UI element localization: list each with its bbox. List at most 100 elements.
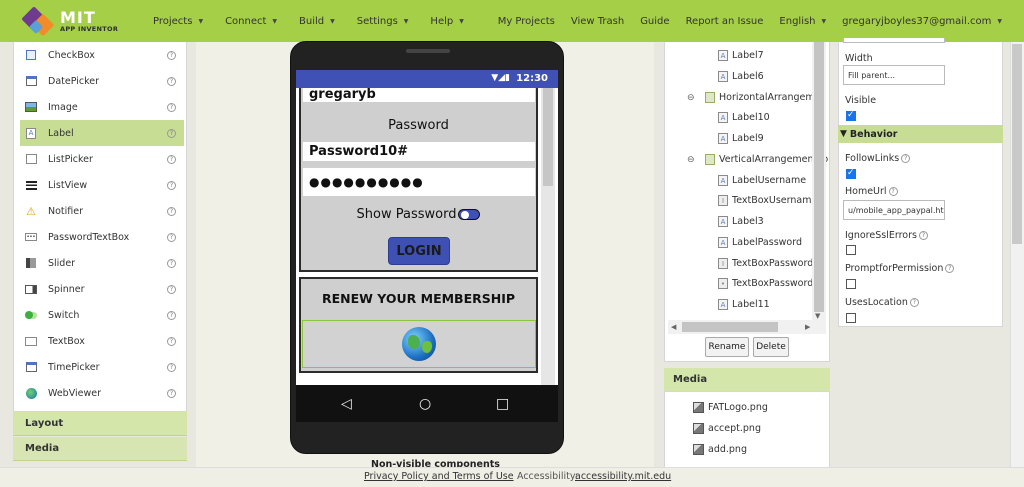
palette-item-textbox[interactable]: TextBox ? — [20, 328, 184, 354]
palette-item-listview[interactable]: ListView ? — [20, 172, 184, 198]
help-icon[interactable]: ? — [167, 180, 176, 190]
tree-item[interactable]: A Label9 — [718, 133, 764, 144]
tree-item[interactable]: A Label7 — [718, 50, 764, 61]
link-view-trash[interactable]: View Trash — [563, 16, 632, 27]
help-icon[interactable]: ? — [901, 154, 911, 163]
help-icon[interactable]: ? — [167, 362, 176, 372]
tree-item[interactable]: • TextBoxPassword1 — [718, 278, 819, 289]
palette-item-webviewer[interactable]: WebViewer ? — [20, 380, 184, 406]
web-viewer-component[interactable] — [302, 320, 536, 368]
caret-down-icon: ▼ — [821, 17, 827, 25]
follow-links-checkbox[interactable] — [846, 168, 856, 179]
privacy-policy-link[interactable]: Privacy Policy and Terms of Use — [364, 471, 514, 482]
palette-category-media[interactable]: Media — [13, 437, 187, 461]
delete-button[interactable]: Delete — [753, 337, 789, 357]
components-tree: A Label7 A Label6 ⊖ HorizontalArrangemen AL… — [664, 42, 830, 362]
password-plain-textbox[interactable]: Password10# — [303, 142, 535, 161]
username-textbox[interactable]: gregaryb — [303, 88, 535, 102]
link-report-issue[interactable]: Report an Issue — [678, 16, 772, 27]
tree-item[interactable]: A Label3 — [718, 216, 764, 227]
password-textbox[interactable]: ●●●●●●●●●● — [303, 168, 535, 196]
palette-item-spinner[interactable]: Spinner ? — [20, 276, 184, 302]
help-icon[interactable]: ? — [167, 154, 176, 164]
tree-item[interactable]: I TextBoxUsername — [718, 195, 817, 206]
menu-build[interactable]: Build ▼ — [288, 16, 346, 27]
help-icon[interactable]: ? — [945, 264, 955, 273]
palette-item-slider[interactable]: Slider ? — [20, 250, 184, 276]
home-url-input[interactable]: u/mobile_app_paypal.html — [843, 200, 945, 220]
help-icon[interactable]: ? — [167, 336, 176, 346]
palette-item-timepicker[interactable]: TimePicker ? — [20, 354, 184, 380]
switch-icon — [24, 309, 38, 321]
accessibility-link[interactable]: accessibility.mit.edu — [575, 471, 671, 482]
collapse-icon[interactable]: ⊖ — [687, 155, 697, 165]
prompt-permission-checkbox[interactable] — [846, 279, 856, 289]
help-icon[interactable]: ? — [167, 76, 176, 86]
media-file[interactable]: accept.png — [693, 423, 761, 434]
tree-item[interactable]: A Label11 — [718, 299, 770, 310]
tree-horizontal-scroll-thumb[interactable] — [682, 322, 778, 332]
logo-cube-icon — [21, 6, 56, 37]
help-icon[interactable]: ? — [167, 310, 176, 320]
palette-item-label[interactable]: A Label ? — [20, 120, 184, 146]
switch-toggle-icon[interactable] — [458, 209, 481, 220]
palette-item-notifier[interactable]: ⚠ Notifier ? — [20, 198, 184, 224]
tree-item[interactable]: ⊖ HorizontalArrangemen — [687, 92, 827, 103]
help-icon[interactable]: ? — [167, 102, 176, 112]
login-button[interactable]: LOGIN — [388, 237, 450, 265]
list-picker-icon — [24, 153, 38, 165]
help-icon[interactable]: ? — [167, 50, 176, 60]
help-icon[interactable]: ? — [167, 128, 176, 138]
tree-item[interactable]: ⊖ VerticalArrangementLo — [687, 154, 828, 165]
app-inventor-logo[interactable]: MIT APP INVENTOR — [21, 6, 132, 37]
scroll-left-icon[interactable]: ◀ — [671, 323, 676, 331]
behavior-section-header[interactable]: ▼ Behavior — [838, 125, 1003, 143]
palette-item-image[interactable]: Image ? — [20, 94, 184, 120]
tree-item[interactable]: A LabelUsername — [718, 175, 806, 186]
help-icon[interactable]: ? — [888, 187, 898, 196]
menu-connect[interactable]: Connect ▼ — [214, 16, 288, 27]
ignore-ssl-checkbox[interactable] — [846, 245, 856, 255]
property-input-top[interactable] — [843, 38, 945, 43]
language-menu[interactable]: English ▼ — [771, 16, 834, 27]
palette-item-checkbox[interactable]: CheckBox ? — [20, 42, 184, 68]
palette-category-layout[interactable]: Layout — [13, 412, 187, 436]
page-scroll-thumb[interactable] — [1012, 44, 1022, 244]
menu-projects[interactable]: Projects ▼ — [142, 16, 214, 27]
textbox-icon: I — [718, 258, 728, 269]
help-icon[interactable]: ? — [167, 258, 176, 268]
phone-status-bar: ▼◢▮ 12:30 — [296, 70, 558, 88]
tree-item[interactable]: I TextBoxPassword — [718, 258, 813, 269]
uses-location-checkbox[interactable] — [846, 313, 856, 323]
palette-item-passwordtextbox[interactable]: ••• PasswordTextBox ? — [20, 224, 184, 250]
link-guide[interactable]: Guide — [632, 16, 677, 27]
textbox-icon — [24, 335, 38, 347]
visible-checkbox[interactable] — [846, 110, 856, 121]
tree-item[interactable]: A LabelPassword — [718, 237, 802, 248]
tree-item[interactable]: A Label6 — [718, 71, 764, 82]
menu-help[interactable]: Help ▼ — [419, 16, 474, 27]
link-my-projects[interactable]: My Projects — [490, 16, 563, 27]
tree-vertical-scroll-thumb[interactable] — [814, 42, 824, 312]
width-input[interactable]: Fill parent... — [843, 65, 945, 85]
help-icon[interactable]: ? — [167, 232, 176, 242]
account-menu[interactable]: gregaryjboyles37@gmail.com ▼ — [834, 16, 1010, 27]
scroll-right-icon[interactable]: ▶ — [805, 323, 810, 331]
show-password-switch[interactable]: Show Password — [301, 207, 536, 222]
media-file[interactable]: FATLogo.png — [693, 402, 768, 413]
scroll-down-icon[interactable]: ▼ — [815, 312, 820, 320]
palette-item-listpicker[interactable]: ListPicker ? — [20, 146, 184, 172]
collapse-icon[interactable]: ⊖ — [687, 93, 697, 103]
menu-settings[interactable]: Settings ▼ — [346, 16, 420, 27]
palette-item-switch[interactable]: Switch ? — [20, 302, 184, 328]
help-icon[interactable]: ? — [918, 231, 928, 240]
screen-scrollbar-thumb[interactable] — [543, 88, 553, 186]
help-icon[interactable]: ? — [167, 206, 176, 216]
rename-button[interactable]: Rename — [705, 337, 749, 357]
tree-item[interactable]: A Label10 — [718, 112, 770, 123]
help-icon[interactable]: ? — [167, 284, 176, 294]
help-icon[interactable]: ? — [167, 388, 176, 398]
palette-item-datepicker[interactable]: DatePicker ? — [20, 68, 184, 94]
help-icon[interactable]: ? — [909, 298, 919, 307]
media-file[interactable]: add.png — [693, 444, 747, 455]
